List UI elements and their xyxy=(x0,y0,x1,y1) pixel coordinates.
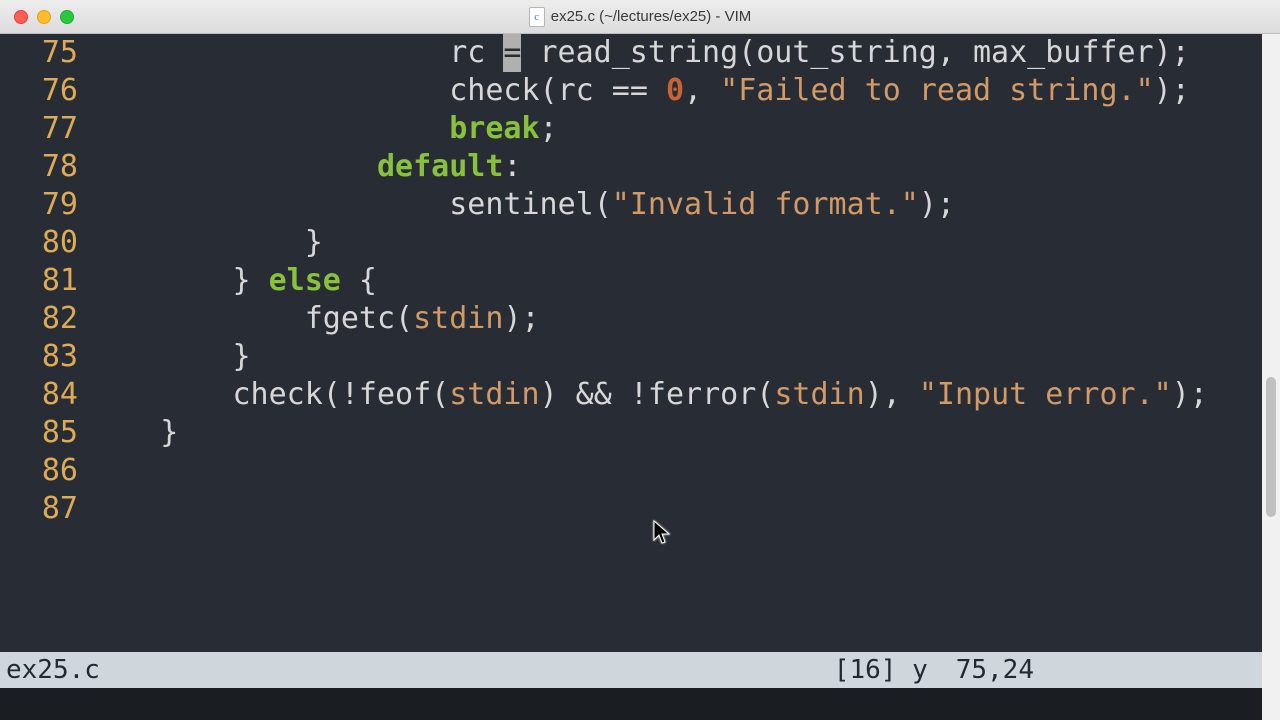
code-token: check(!feof( xyxy=(88,377,449,412)
code-token xyxy=(88,149,377,184)
code-line[interactable]: default: xyxy=(88,148,1254,186)
code-token: stdin xyxy=(413,301,503,336)
code-token: { xyxy=(341,263,377,298)
code-token: : xyxy=(503,149,521,184)
status-cursor-position: 75,24 xyxy=(956,655,1034,685)
line-number: 87 xyxy=(0,490,78,528)
code-line[interactable]: } xyxy=(88,338,1254,376)
status-filename: ex25.c xyxy=(6,655,100,685)
vim-status-line: ex25.c [16] y 75,24 xyxy=(0,652,1280,688)
code-token: "Invalid format." xyxy=(612,187,919,222)
code-token: } xyxy=(88,415,178,450)
vertical-scrollbar[interactable] xyxy=(1262,34,1280,720)
line-number: 80 xyxy=(0,224,78,262)
code-line[interactable]: check(rc == 0, "Failed to read string.")… xyxy=(88,72,1254,110)
scrollbar-thumb[interactable] xyxy=(1266,377,1276,517)
line-number: 83 xyxy=(0,338,78,376)
code-token: } xyxy=(88,263,269,298)
code-token: ), xyxy=(865,377,919,412)
line-number-gutter: 75767778798081828384858687 xyxy=(0,34,88,652)
code-token: } xyxy=(88,339,251,374)
code-token: , xyxy=(684,73,720,108)
code-token: 0 xyxy=(666,73,684,108)
scrollbar-track[interactable] xyxy=(1264,52,1278,702)
code-token: ); xyxy=(1154,73,1190,108)
code-token: stdin xyxy=(774,377,864,412)
line-number: 82 xyxy=(0,300,78,338)
code-line[interactable]: rc = read_string(out_string, max_buffer)… xyxy=(88,34,1254,72)
line-number: 78 xyxy=(0,148,78,186)
code-line[interactable]: check(!feof(stdin) && !ferror(stdin), "I… xyxy=(88,376,1254,414)
code-line[interactable]: fgetc(stdin); xyxy=(88,300,1254,338)
line-number: 86 xyxy=(0,452,78,490)
code-buffer[interactable]: rc = read_string(out_string, max_buffer)… xyxy=(88,34,1280,652)
code-token: ); xyxy=(1172,377,1208,412)
editor-viewport[interactable]: 75767778798081828384858687 rc = read_str… xyxy=(0,34,1280,720)
line-number: 76 xyxy=(0,72,78,110)
close-window-icon[interactable] xyxy=(14,10,28,24)
window-title-text: ex25.c (~/lectures/ex25) - VIM xyxy=(551,8,752,25)
traffic-lights xyxy=(0,10,74,24)
code-token: fgetc( xyxy=(88,301,413,336)
line-number: 77 xyxy=(0,110,78,148)
code-token: else xyxy=(269,263,341,298)
code-token: check(rc == xyxy=(88,73,666,108)
code-token: stdin xyxy=(449,377,539,412)
code-token: sentinel( xyxy=(88,187,612,222)
status-register: [16] y xyxy=(834,655,928,685)
line-number: 85 xyxy=(0,414,78,452)
line-number: 75 xyxy=(0,34,78,72)
code-line[interactable]: } else { xyxy=(88,262,1254,300)
code-line[interactable]: sentinel("Invalid format."); xyxy=(88,186,1254,224)
code-token: ); xyxy=(919,187,955,222)
code-token: ) && !ferror( xyxy=(540,377,775,412)
code-token: ); xyxy=(503,301,539,336)
code-token: default xyxy=(377,149,503,184)
zoom-window-icon[interactable] xyxy=(60,10,74,24)
code-token: ; xyxy=(540,111,558,146)
code-line[interactable]: break; xyxy=(88,110,1254,148)
code-token: break xyxy=(449,111,539,146)
window-titlebar: c ex25.c (~/lectures/ex25) - VIM xyxy=(0,0,1280,34)
code-token: rc xyxy=(88,35,503,70)
code-line[interactable]: } xyxy=(88,414,1254,452)
text-cursor: = xyxy=(503,34,521,72)
line-number: 84 xyxy=(0,376,78,414)
code-line[interactable]: } xyxy=(88,224,1254,262)
code-token: "Input error." xyxy=(919,377,1172,412)
line-number: 81 xyxy=(0,262,78,300)
document-icon: c xyxy=(529,7,545,27)
code-token: read_string(out_string, max_buffer); xyxy=(521,35,1189,70)
code-token xyxy=(88,111,449,146)
code-token: } xyxy=(88,225,323,260)
minimize-window-icon[interactable] xyxy=(37,10,51,24)
vim-command-line[interactable] xyxy=(0,688,1280,720)
code-token: "Failed to read string." xyxy=(720,73,1153,108)
line-number: 79 xyxy=(0,186,78,224)
